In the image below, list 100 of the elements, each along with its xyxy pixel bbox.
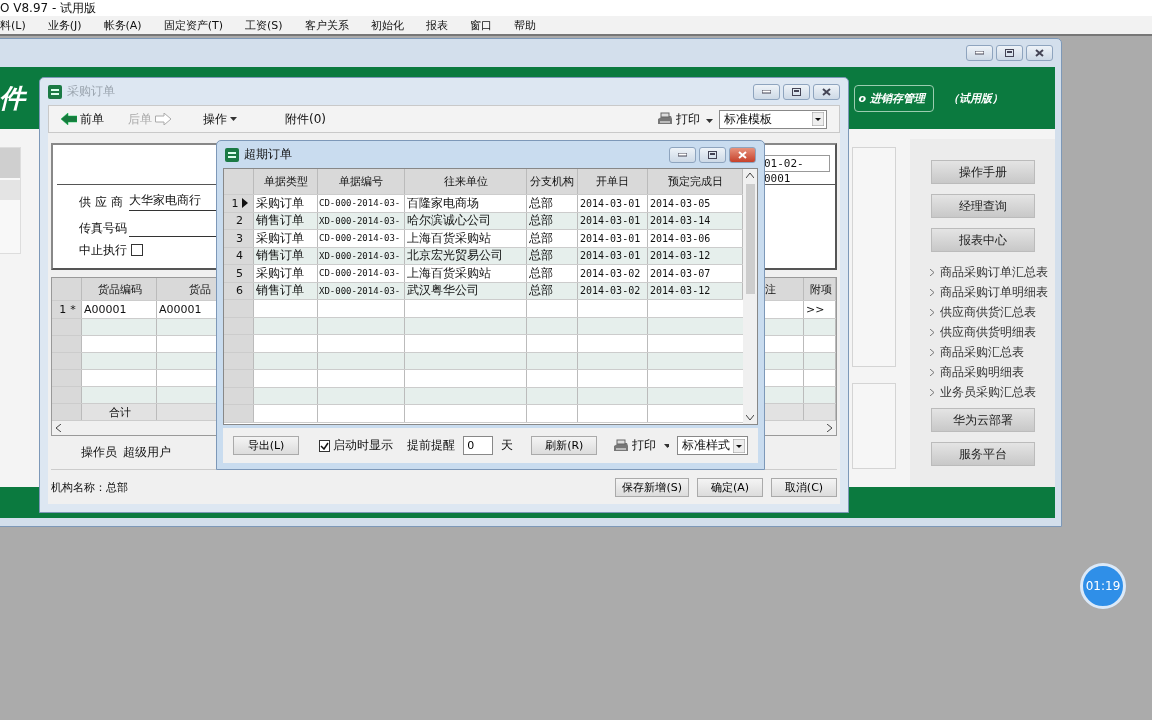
toolbar-button[interactable]: 附件(0) — [285, 110, 326, 128]
footer-button[interactable]: 确定(A) — [697, 478, 763, 497]
chevron-icon — [930, 268, 934, 276]
close-icon — [822, 87, 831, 96]
printer-icon — [657, 112, 673, 126]
window-title: O V8.97 - 试用版 — [0, 0, 1152, 16]
close-button[interactable] — [1026, 45, 1053, 61]
side-button[interactable]: 服务平台 — [930, 442, 1035, 466]
table-cell: CD-000-2014-03- — [318, 195, 405, 212]
table-cell: 2014-03-02 — [578, 265, 648, 282]
maximize-icon — [792, 87, 801, 96]
chevron-icon — [930, 288, 934, 296]
template-select[interactable]: 标准模板 — [719, 109, 827, 129]
row-number: 2 — [236, 214, 243, 228]
menu-item[interactable]: 工资(S) — [244, 17, 283, 33]
table-cell: 销售订单 — [254, 247, 318, 264]
style-select[interactable]: 标准样式 — [677, 436, 748, 455]
field-label: 操作员 — [81, 444, 117, 461]
toolbar-button[interactable]: 前单 — [61, 110, 104, 128]
table-cell: CD-000-2014-03- — [318, 265, 405, 282]
menu-item[interactable]: 窗口 — [469, 17, 492, 33]
maximize-icon — [708, 150, 717, 159]
maximize-button[interactable] — [783, 83, 810, 100]
row-header[interactable]: 1 — [224, 195, 254, 212]
report-link[interactable]: 商品采购订单明细表 — [930, 282, 1055, 302]
menu-item[interactable]: 料(L) — [0, 17, 26, 33]
table-cell: 2014-03-01 — [578, 195, 648, 212]
caret-icon — [664, 443, 670, 448]
report-link[interactable]: 供应商供货明细表 — [930, 322, 1055, 342]
unit-label: 天 — [501, 437, 514, 454]
report-link[interactable]: 业务员采购汇总表 — [930, 382, 1055, 402]
operator-value: 超级用户 — [123, 444, 171, 461]
column-header: 分支机构 — [527, 169, 578, 194]
table-cell: 上海百货采购站 — [405, 265, 527, 282]
close-icon — [1035, 49, 1044, 57]
table-cell: 销售订单 — [254, 212, 318, 229]
table-cell: XD-000-2014-03- — [318, 212, 405, 229]
report-link[interactable]: 商品采购汇总表 — [930, 342, 1055, 362]
footer-button[interactable]: 保存新增(S) — [615, 478, 689, 497]
window-title: 采购订单 — [67, 83, 115, 100]
print-button[interactable]: 打印 — [613, 437, 657, 454]
row-number: 1 — [231, 196, 239, 210]
footer-button[interactable]: 取消(C) — [771, 478, 837, 497]
side-button[interactable]: 经理查询 — [930, 194, 1035, 218]
report-link[interactable]: 商品采购明细表 — [930, 362, 1055, 382]
timer-badge: 01:19 — [1080, 563, 1126, 609]
checkbox[interactable] — [131, 244, 143, 256]
menu-item[interactable]: 业务(J) — [47, 17, 82, 33]
table-cell: 2014-03-01 — [578, 212, 648, 229]
export-button[interactable]: 导出(L) — [233, 436, 299, 455]
menu-item[interactable]: 帮助 — [513, 17, 536, 33]
row-header[interactable]: 3 — [224, 230, 254, 247]
row-number: 3 — [236, 231, 243, 245]
table-cell: >> — [804, 301, 836, 318]
days-input[interactable]: 0 — [463, 436, 494, 455]
print-button[interactable]: 打印 — [657, 110, 700, 128]
menu-item[interactable]: 固定资产(T) — [163, 17, 223, 33]
table-cell: XD-000-2014-03- — [318, 282, 405, 299]
up-chevron-icon — [746, 173, 754, 178]
field-label: 提前提醒 — [407, 437, 456, 454]
field-label: 中止执行 — [79, 241, 127, 259]
maximize-button[interactable] — [996, 45, 1023, 61]
table-cell: 总部 — [527, 230, 578, 247]
row-number: 1 — [59, 303, 67, 316]
column-header: 往来单位 — [405, 169, 527, 194]
menu-item[interactable]: 帐务(A) — [103, 17, 142, 33]
table-cell: A00001 — [82, 301, 157, 318]
toolbar-button[interactable]: 操作 — [203, 110, 237, 128]
side-button[interactable]: 华为云部署 — [930, 408, 1035, 432]
close-button[interactable] — [729, 146, 756, 163]
table-cell: 2014-03-02 — [578, 282, 648, 299]
report-link[interactable]: 供应商供货汇总表 — [930, 302, 1055, 322]
chevron-icon — [930, 328, 934, 336]
chevron-icon — [930, 348, 934, 356]
row-pointer-icon — [241, 198, 248, 209]
caret-icon — [706, 119, 713, 123]
row-marker: * — [70, 303, 76, 316]
edition-label: （试用版） — [948, 90, 1003, 106]
close-icon — [738, 150, 747, 159]
maximize-button[interactable] — [699, 146, 726, 163]
app-icon — [225, 147, 239, 162]
table-cell: 总部 — [527, 282, 578, 299]
checkbox[interactable] — [319, 439, 331, 452]
maximize-icon — [1005, 49, 1014, 57]
table-cell: 上海百货采购站 — [405, 230, 527, 247]
close-button[interactable] — [813, 83, 840, 100]
side-button[interactable]: 操作手册 — [930, 160, 1035, 184]
menu-item[interactable]: 初始化 — [370, 17, 404, 33]
menu-item[interactable]: 客户关系 — [304, 17, 349, 33]
row-number: 6 — [236, 284, 243, 298]
row-number: 5 — [236, 266, 243, 280]
column-header: 单据编号 — [318, 169, 405, 194]
report-link[interactable]: 商品采购订单汇总表 — [930, 262, 1055, 282]
row-header[interactable]: 5 — [224, 265, 254, 282]
dropdown-arrow-icon — [812, 112, 824, 126]
menu-item[interactable]: 报表 — [425, 17, 448, 33]
table-cell: 2014-03-01 — [578, 230, 648, 247]
side-button[interactable]: 报表中心 — [930, 228, 1035, 252]
vertical-scrollbar[interactable] — [743, 169, 757, 424]
refresh-button[interactable]: 刷新(R) — [531, 436, 598, 455]
